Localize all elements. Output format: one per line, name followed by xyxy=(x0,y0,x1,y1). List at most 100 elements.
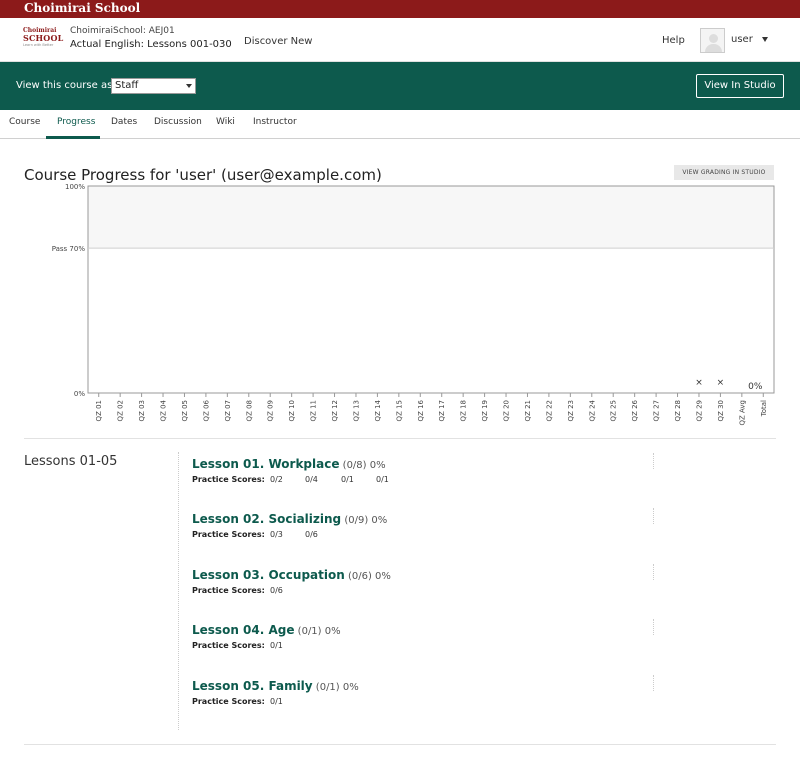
view-as-selected-value: Staff xyxy=(115,80,139,91)
chapter-separator xyxy=(178,452,179,730)
x-tick-label: QZ 02 xyxy=(117,400,125,421)
x-tick-label: QZ 26 xyxy=(631,399,639,421)
user-avatar-icon[interactable] xyxy=(700,28,725,53)
x-tick-label: QZ 14 xyxy=(374,399,382,421)
practice-score: 0/6 xyxy=(270,586,283,595)
practice-score: 0/4 xyxy=(305,475,318,484)
x-tick-label: QZ 22 xyxy=(545,400,553,421)
tab-wiki[interactable]: Wiki xyxy=(216,117,235,127)
lesson-score-fraction: (0/8) xyxy=(339,460,370,471)
lesson-score-percent: 0% xyxy=(342,682,359,693)
tab-instructor[interactable]: Instructor xyxy=(253,117,297,127)
y-tick-label: 0% xyxy=(74,390,85,398)
x-tick-label: QZ 19 xyxy=(481,400,489,421)
x-tick-label: QZ 07 xyxy=(224,400,232,421)
practice-scores-label: Practice Scores: xyxy=(192,475,265,484)
chart-divider xyxy=(24,438,776,439)
chart-above-pass-region xyxy=(88,186,774,249)
active-tab-indicator xyxy=(46,136,100,139)
x-tick-label: Total xyxy=(760,400,768,417)
view-as-label: View this course as: xyxy=(16,80,116,91)
practice-score: 0/2 xyxy=(270,475,283,484)
tab-course[interactable]: Course xyxy=(9,117,40,127)
brand-name: Choimirai School xyxy=(24,1,141,15)
lesson-link[interactable]: Lesson 05. Family xyxy=(192,679,313,693)
view-in-studio-button[interactable]: View In Studio xyxy=(696,74,784,98)
x-tick-label: QZ 06 xyxy=(202,399,210,421)
practice-score: 0/1 xyxy=(376,475,389,484)
x-tick-label: QZ 16 xyxy=(417,399,425,421)
tab-dates[interactable]: Dates xyxy=(111,117,137,127)
x-tick-label: QZ 05 xyxy=(181,400,189,421)
x-tick-label: QZ 21 xyxy=(524,400,532,421)
lesson-heading: Lesson 03. Occupation (0/6) 0% xyxy=(192,564,391,583)
tab-progress[interactable]: Progress xyxy=(57,117,95,127)
lesson-section: Lesson 02. Socializing (0/9) 0% Practice … xyxy=(192,508,662,560)
score-marker: × xyxy=(695,378,703,388)
x-tick-label: QZ 03 xyxy=(138,400,146,421)
lesson-link[interactable]: Lesson 04. Age xyxy=(192,623,295,637)
y-tick-label: Pass 70% xyxy=(52,245,86,253)
score-marker: × xyxy=(717,378,725,388)
school-logo[interactable]: Choimirai SCHOOL Learn with Better xyxy=(23,27,64,53)
lesson-link[interactable]: Lesson 02. Socializing xyxy=(192,512,341,526)
lesson-score-percent: 0% xyxy=(371,515,388,526)
practice-score: 0/3 xyxy=(270,530,283,539)
discover-new-link[interactable]: Discover New xyxy=(244,36,312,47)
chapter-title: Lessons 01-05 xyxy=(24,454,118,469)
course-tabs: Course Progress Dates Discussion Wiki In… xyxy=(0,110,800,139)
logo-line-3: Learn with Better xyxy=(23,43,54,47)
x-tick-label: QZ 11 xyxy=(310,400,318,421)
x-tick-label: QZ 17 xyxy=(438,400,446,421)
logo-line-2: SCHOOL xyxy=(23,33,64,43)
tab-discussion[interactable]: Discussion xyxy=(154,117,202,127)
x-tick-label: QZ 04 xyxy=(160,399,168,421)
lesson-section: Lesson 03. Occupation (0/6) 0% Practice S… xyxy=(192,564,662,616)
user-menu-chevron-down-icon[interactable] xyxy=(762,37,768,42)
lesson-heading: Lesson 02. Socializing (0/9) 0% xyxy=(192,508,387,527)
x-tick-label: QZ 25 xyxy=(610,400,618,421)
x-tick-label: QZ 23 xyxy=(567,400,575,421)
lesson-score-fraction: (0/1) xyxy=(312,682,343,693)
x-tick-label: QZ 13 xyxy=(352,400,360,421)
x-tick-label: QZ 01 xyxy=(95,400,103,421)
view-as-select[interactable]: Staff xyxy=(111,78,196,94)
x-tick-label: QZ 09 xyxy=(267,400,275,421)
practice-scores-label: Practice Scores: xyxy=(192,586,265,595)
total-label: 0% xyxy=(748,382,763,392)
practice-scores-label: Practice Scores: xyxy=(192,641,265,650)
lesson-score-percent: 0% xyxy=(375,571,391,582)
x-tick-label: QZ 10 xyxy=(288,400,296,421)
username[interactable]: user xyxy=(731,34,753,45)
course-name: Actual English: Lessons 001-030 xyxy=(70,39,232,50)
help-link[interactable]: Help xyxy=(662,35,685,46)
lesson-score-fraction: (0/1) xyxy=(294,626,325,637)
x-tick-label: QZ Avg xyxy=(738,400,746,426)
lesson-link[interactable]: Lesson 03. Occupation xyxy=(192,568,345,582)
course-header: Choimirai SCHOOL Learn with Better Choim… xyxy=(0,18,800,62)
x-tick-label: QZ 08 xyxy=(245,400,253,421)
progress-chart: 100% Pass 70% 0% QZ 01 QZ 02 QZ 03 QZ 04 QZ 05 Q… xyxy=(52,183,775,426)
practice-score: 0/6 xyxy=(305,530,318,539)
lesson-heading: Lesson 04. Age (0/1) 0% xyxy=(192,619,341,638)
lesson-section: Lesson 01. Workplace (0/8) 0% Practice Sc… xyxy=(192,453,662,505)
practice-score: 0/1 xyxy=(341,475,354,484)
x-tick-label: QZ 29 xyxy=(695,400,703,421)
top-brand-bar: Choimirai School xyxy=(0,0,800,18)
x-tick-label: QZ 24 xyxy=(588,399,596,421)
view-grading-button[interactable]: VIEW GRADING IN STUDIO xyxy=(674,165,774,180)
practice-score: 0/1 xyxy=(270,641,283,650)
x-tick-label: QZ 28 xyxy=(674,400,682,421)
practice-scores-label: Practice Scores: xyxy=(192,697,265,706)
section-separator xyxy=(653,508,654,524)
lesson-link[interactable]: Lesson 01. Workplace xyxy=(192,457,339,471)
y-tick-label: 100% xyxy=(65,183,85,191)
x-tick-label: QZ 12 xyxy=(331,400,339,421)
lesson-score-fraction: (0/6) xyxy=(344,571,376,582)
section-separator xyxy=(653,453,654,469)
section-separator xyxy=(653,619,654,635)
practice-scores-label: Practice Scores: xyxy=(192,530,265,539)
lesson-score-percent: 0% xyxy=(324,626,341,637)
section-separator xyxy=(653,564,654,580)
section-separator xyxy=(653,675,654,691)
